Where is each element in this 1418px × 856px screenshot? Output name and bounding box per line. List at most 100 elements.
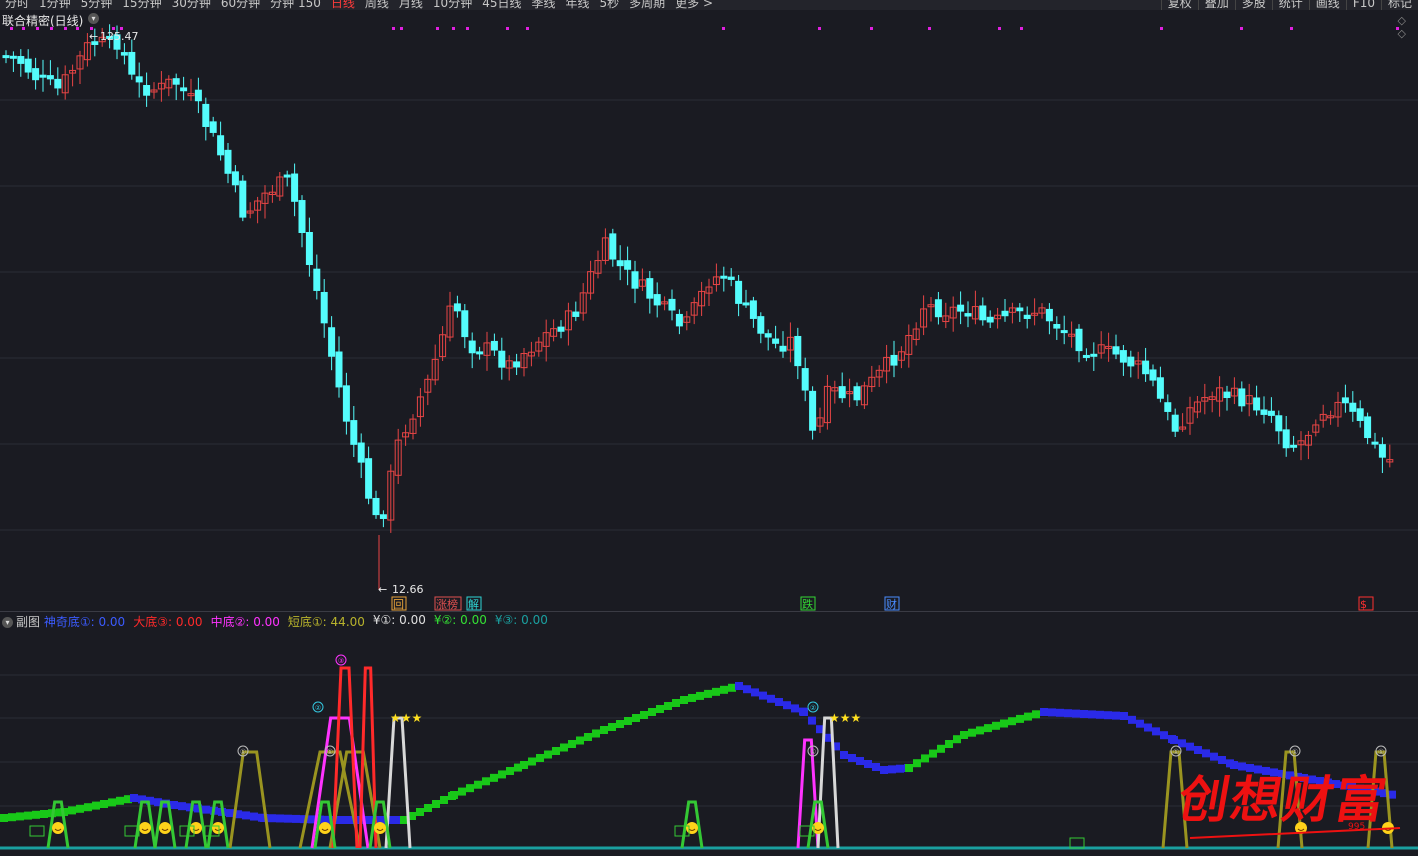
yen-peak	[384, 716, 412, 849]
smiley-face	[190, 822, 202, 834]
trend-block	[242, 811, 250, 820]
trend-block	[1032, 710, 1040, 719]
candle-down	[1378, 444, 1386, 458]
candle-down	[764, 333, 772, 338]
indicator-value: 中底②: 0.00	[210, 613, 280, 629]
trend-block	[536, 754, 544, 762]
indicator-label: 中底②:	[210, 615, 250, 629]
signal-dot	[10, 27, 13, 30]
candle-down	[32, 68, 40, 81]
indicator-number: 0.00	[94, 615, 126, 629]
candle-down	[1275, 415, 1283, 432]
trend-block	[1024, 712, 1032, 721]
candle-down	[1171, 414, 1179, 432]
signal-dot	[870, 27, 873, 30]
trend-block	[432, 800, 440, 808]
candle-down	[1060, 330, 1068, 334]
candle-down	[1341, 397, 1349, 404]
trend-block	[767, 694, 775, 703]
candle-down	[39, 74, 47, 78]
circle-number: ②	[810, 704, 816, 712]
trend-block	[1194, 746, 1202, 754]
signal-dot	[400, 27, 403, 30]
trend-block	[482, 777, 490, 786]
smiley-face	[319, 822, 331, 834]
signal-dot	[1240, 27, 1243, 30]
smiley-icon	[52, 822, 64, 834]
panel-divider[interactable]	[0, 611, 1418, 612]
trend-block	[688, 693, 696, 702]
candle-down	[350, 420, 358, 445]
trend-block	[506, 767, 514, 775]
candle-down	[624, 260, 632, 270]
candle-down	[1045, 308, 1053, 322]
signal-dot	[928, 27, 931, 30]
candle-down	[742, 302, 750, 306]
trend-block	[888, 765, 896, 774]
trend-block	[751, 688, 759, 697]
candle-down	[209, 121, 217, 133]
candle-down	[616, 260, 624, 267]
smiley-icon	[212, 822, 224, 834]
indicator-number: 0.00	[249, 615, 280, 629]
candle-down	[1253, 397, 1261, 411]
indicator-value: 大底③: 0.00	[133, 613, 202, 629]
candle-down	[1260, 409, 1268, 415]
trend-block	[100, 800, 108, 808]
chevron-down-icon[interactable]: ▾	[2, 617, 13, 628]
indicator-number: 0.00	[456, 613, 487, 627]
trend-block	[498, 770, 506, 779]
sub-panel-toggle[interactable]: ▾ 副图	[2, 613, 44, 629]
trend-block	[864, 760, 872, 768]
circle-label: ③	[335, 654, 347, 666]
candle-down	[1090, 353, 1098, 357]
trend-block	[921, 754, 929, 763]
trend-block	[953, 735, 961, 744]
trend-block	[170, 801, 178, 809]
trend-block	[1178, 739, 1186, 748]
short-bottom-peak	[298, 750, 362, 849]
indicator-value: 神奇底①: 0.00	[44, 613, 126, 629]
trend-block	[528, 757, 536, 766]
trend-block	[992, 721, 1000, 730]
candle-down	[283, 174, 291, 178]
circle-number: ②	[315, 704, 321, 712]
trend-block	[116, 796, 124, 805]
indicator-label: 短底①:	[287, 615, 327, 629]
trend-block	[872, 763, 880, 771]
trend-block	[1088, 710, 1096, 719]
signal-dot	[50, 27, 53, 30]
signal-dot	[22, 27, 25, 30]
signal-dot	[818, 27, 821, 30]
signal-dot	[436, 27, 439, 30]
trend-block	[1000, 719, 1008, 728]
trend-block	[268, 814, 276, 823]
trend-block	[1064, 709, 1072, 718]
star-rating: ★★★	[829, 711, 861, 725]
candle-down	[1023, 314, 1031, 319]
candle-down	[772, 338, 780, 344]
trend-block	[68, 806, 76, 815]
trend-block	[490, 773, 498, 782]
indicator-number: 0.00	[517, 613, 548, 627]
trend-block	[466, 784, 474, 793]
trend-block	[568, 740, 576, 748]
trend-block	[178, 802, 186, 811]
stock-chart-canvas[interactable]: ← 125.47← 12.66回 涨榜解跌财 $③② ②① ① ① ① ① ①★★★ ★★★	[0, 0, 1418, 856]
candle-down	[217, 135, 225, 156]
trend-block	[720, 685, 728, 694]
candle-down	[957, 304, 965, 312]
candle-down	[609, 233, 617, 260]
trend-block	[808, 716, 816, 725]
candle-down	[298, 200, 306, 234]
candle-down	[1238, 388, 1246, 407]
candle-down	[498, 350, 506, 368]
trend-block	[284, 814, 292, 823]
trend-block	[416, 808, 424, 816]
candle-down	[727, 276, 735, 280]
trend-block	[976, 726, 984, 735]
trend-block	[202, 805, 210, 814]
candle-down	[224, 149, 232, 174]
candle-down	[194, 89, 202, 102]
trend-block	[76, 804, 84, 813]
